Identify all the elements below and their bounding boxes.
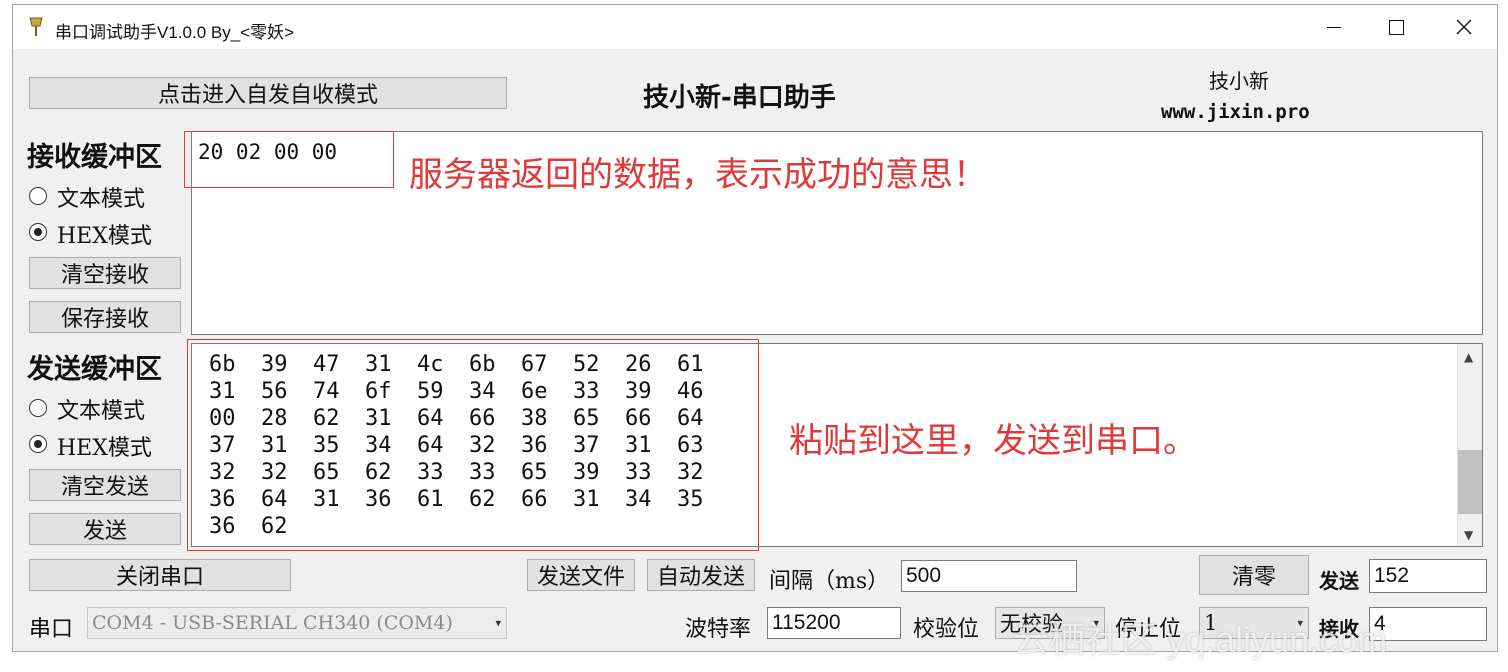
- scroll-thumb[interactable]: [1458, 450, 1482, 514]
- receive-text-mode-label: 文本模式: [57, 187, 146, 212]
- port-label: 串口: [29, 617, 74, 642]
- scroll-down-icon[interactable]: ▼: [1464, 528, 1473, 542]
- save-receive-label: 保存接收: [60, 307, 149, 332]
- send-hex-mode-label: HEX模式: [57, 436, 152, 461]
- port-value: COM4 - USB-SERIAL CH340 (COM4): [92, 612, 453, 634]
- send-scrollbar[interactable]: ▲ ▼: [1457, 344, 1482, 546]
- maximize-icon: [1388, 19, 1404, 35]
- receive-highlight-box: [184, 131, 394, 188]
- send-count-value: 152: [1374, 564, 1410, 587]
- send-button-label: 发送: [82, 519, 127, 544]
- send-highlight-box: [187, 339, 759, 551]
- close-port-button[interactable]: 关闭串口: [29, 559, 291, 591]
- baud-input[interactable]: 115200: [767, 607, 901, 639]
- self-test-mode-label: 点击进入自发自收模式: [157, 83, 378, 108]
- send-buffer-label: 发送缓冲区: [27, 354, 162, 385]
- receive-hex-mode-label: HEX模式: [57, 224, 152, 249]
- clear-send-label: 清空发送: [60, 475, 149, 500]
- stopbits-chevron-down-icon: ▾: [1297, 616, 1303, 630]
- interval-value: 500: [906, 564, 942, 587]
- receive-hex-mode-radio[interactable]: [29, 223, 47, 241]
- app-name: 技小新-串口助手: [643, 83, 836, 113]
- parity-label: 校验位: [913, 617, 980, 642]
- receive-count-value: 4: [1374, 612, 1386, 635]
- send-text-mode-label: 文本模式: [57, 399, 146, 424]
- send-count-label: 发送: [1319, 569, 1359, 593]
- receive-text-mode-radio[interactable]: [29, 187, 47, 205]
- clear-receive-label: 清空接收: [60, 263, 149, 288]
- baud-value: 115200: [772, 611, 841, 634]
- save-receive-button[interactable]: 保存接收: [29, 301, 181, 333]
- send-button[interactable]: 发送: [29, 513, 181, 545]
- brand-url: www.jixin.pro: [1161, 101, 1310, 123]
- baud-label: 波特率: [685, 617, 752, 642]
- receive-buffer-label: 接收缓冲区: [27, 142, 162, 173]
- parity-chevron-down-icon: ▾: [1093, 616, 1099, 630]
- reset-count-label: 清零: [1231, 565, 1276, 590]
- send-file-label: 发送文件: [536, 565, 625, 590]
- self-test-mode-button[interactable]: 点击进入自发自收模式: [29, 77, 507, 109]
- app-window: 串口调试助手V1.0.0 By_<零妖> 点击进入自发自收模式 技小新-串口助手…: [12, 4, 1498, 660]
- minimize-icon: [1327, 26, 1341, 28]
- port-select[interactable]: COM4 - USB-SERIAL CH340 (COM4) ▾: [87, 607, 507, 639]
- interval-label: 间隔（ms）: [769, 569, 890, 594]
- send-hex-mode-radio[interactable]: [29, 435, 47, 453]
- send-annotation: 粘贴到这里，发送到串口。: [789, 421, 1197, 461]
- close-button[interactable]: [1433, 5, 1495, 49]
- maximize-button[interactable]: [1365, 5, 1427, 49]
- window-title: 串口调试助手V1.0.0 By_<零妖>: [55, 23, 295, 42]
- send-count-field: 152: [1369, 559, 1487, 593]
- send-file-button[interactable]: 发送文件: [527, 559, 635, 591]
- stopbits-select[interactable]: 1 ▾: [1199, 607, 1309, 639]
- close-port-label: 关闭串口: [115, 565, 204, 590]
- receive-count-label: 接收: [1319, 617, 1359, 641]
- receive-annotation: 服务器返回的数据，表示成功的意思！: [409, 155, 987, 195]
- stopbits-value: 1: [1204, 611, 1218, 635]
- title-bar: 串口调试助手V1.0.0 By_<零妖>: [13, 5, 1497, 49]
- auto-send-label: 自动发送: [656, 565, 745, 590]
- parity-value: 无校验: [1000, 612, 1063, 636]
- scroll-up-icon[interactable]: ▲: [1464, 350, 1473, 364]
- stopbits-label: 停止位: [1115, 617, 1182, 642]
- close-icon: [1456, 19, 1472, 35]
- port-chevron-down-icon: ▾: [495, 616, 501, 630]
- clear-send-button[interactable]: 清空发送: [29, 469, 181, 501]
- app-icon: [29, 17, 43, 36]
- parity-select[interactable]: 无校验 ▾: [995, 607, 1105, 639]
- auto-send-button[interactable]: 自动发送: [647, 559, 755, 591]
- interval-input[interactable]: 500: [901, 560, 1077, 592]
- receive-count-field: 4: [1369, 607, 1487, 641]
- reset-count-button[interactable]: 清零: [1199, 555, 1309, 595]
- minimize-button[interactable]: [1303, 5, 1365, 49]
- clear-receive-button[interactable]: 清空接收: [29, 257, 181, 289]
- send-text-mode-radio[interactable]: [29, 399, 47, 417]
- brand-name: 技小新: [1209, 69, 1269, 93]
